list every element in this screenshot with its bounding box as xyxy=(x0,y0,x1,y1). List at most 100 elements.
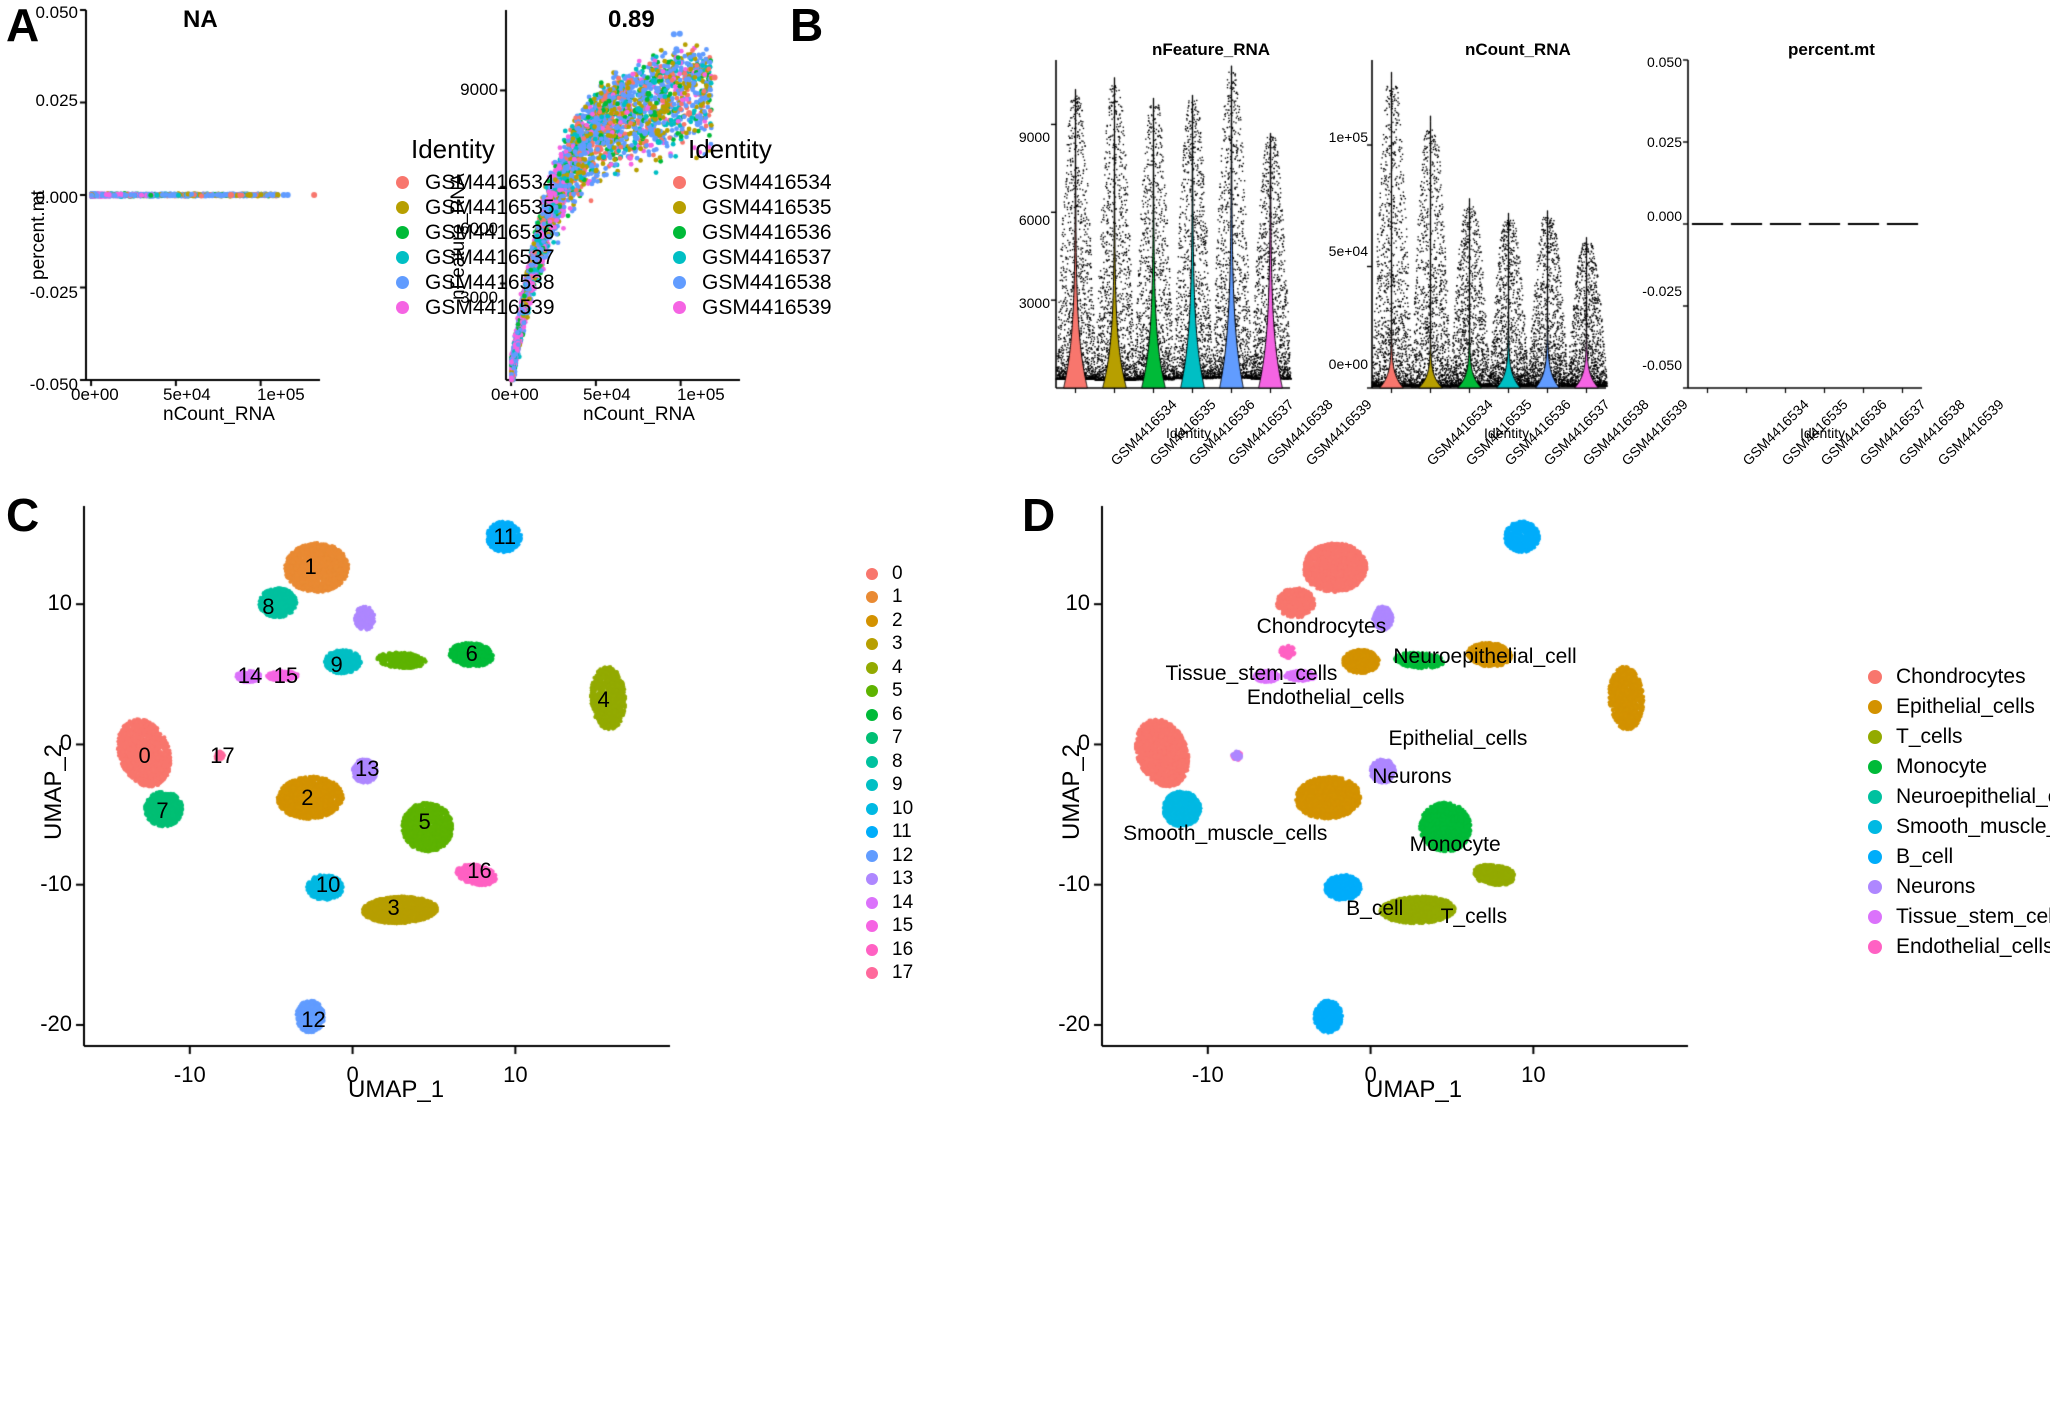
panelC-legend-label: 16 xyxy=(892,938,914,960)
scatter1-title: NA xyxy=(183,6,218,33)
legend-item[interactable]: GSM4416537 xyxy=(396,245,555,270)
panelC-legend-item[interactable]: 12 xyxy=(866,844,913,868)
panelC-ytick-label: 10 xyxy=(47,590,72,616)
panelC-legend-item[interactable]: 8 xyxy=(866,750,913,774)
panelC-legend-label: 0 xyxy=(892,562,903,584)
legend-swatch-icon xyxy=(673,201,686,214)
violin3-ytick-2: 0.000 xyxy=(1646,208,1682,224)
panelC-legend-item[interactable]: 5 xyxy=(866,680,913,704)
violin3-ytick-4: -0.050 xyxy=(1642,357,1682,373)
panelC-legend-item[interactable]: 0 xyxy=(866,562,913,586)
panelD-legend-item[interactable]: Tissue_stem_cells xyxy=(1868,902,2050,932)
legend-swatch-icon xyxy=(866,708,878,721)
panelC-legend-item[interactable]: 16 xyxy=(866,938,913,962)
scatter2-ytick-0: 9000 xyxy=(460,80,498,99)
legend-item[interactable]: GSM4416536 xyxy=(673,220,832,245)
legend-item[interactable]: GSM4416535 xyxy=(673,195,832,220)
legend-item[interactable]: GSM4416534 xyxy=(673,170,832,195)
panelD-ylabel: UMAP_2 xyxy=(1058,743,1085,840)
legend-item[interactable]: GSM4416538 xyxy=(673,270,832,295)
legend-swatch-icon xyxy=(396,176,409,189)
panelC-legend-label: 15 xyxy=(892,915,914,937)
legend-item[interactable]: GSM4416537 xyxy=(673,245,832,270)
panelD-legend-item[interactable]: Chondrocytes xyxy=(1868,662,2050,692)
panelC-legend-item[interactable]: 10 xyxy=(866,797,913,821)
legend-swatch-icon xyxy=(673,301,686,314)
panelD-xtick-label: 10 xyxy=(1521,1062,1546,1087)
legend-swatch-icon xyxy=(673,251,686,264)
panelD-legend-item[interactable]: Endothelial_cells xyxy=(1868,932,2050,962)
cluster-label: 14 xyxy=(237,663,263,689)
panelD-legend-item[interactable]: Smooth_muscle_cells xyxy=(1868,812,2050,842)
panelC-legend-item[interactable]: 1 xyxy=(866,586,913,610)
panelC-xtick-label: 0 xyxy=(346,1062,359,1087)
legend-swatch-icon xyxy=(866,896,878,909)
panelC-xtick-label: 10 xyxy=(503,1062,528,1087)
panelD-legend-item[interactable]: Monocyte xyxy=(1868,752,2050,782)
violin1-ytick-2: 3000 xyxy=(1018,295,1050,311)
panelD-legend-item[interactable]: Neurons xyxy=(1868,872,2050,902)
celltype-annotation: Tissue_stem_cells xyxy=(1165,662,1338,686)
violin3-ytick-0: 0.050 xyxy=(1646,54,1682,70)
panelC-legend-label: 7 xyxy=(892,727,903,749)
panelD-legend-item[interactable]: T_cells xyxy=(1868,722,2050,752)
panelC-legend-label: 1 xyxy=(892,586,903,608)
panelC-legend-item[interactable]: 13 xyxy=(866,868,913,892)
legend-item[interactable]: GSM4416534 xyxy=(396,170,555,195)
legend-swatch-icon xyxy=(866,567,878,580)
panelD-legend-label: Neurons xyxy=(1896,875,1976,898)
legend-swatch-icon xyxy=(396,201,409,214)
panelD-legend-label: Endothelial_cells xyxy=(1896,935,2050,958)
panelC-legend-item[interactable]: 11 xyxy=(866,821,913,845)
panelC-legend-label: 5 xyxy=(892,680,903,702)
scatter1-ytick-1: 0.025 xyxy=(35,91,78,110)
panelC-ylabel: UMAP_2 xyxy=(40,743,67,840)
panelD-ytick-label: 10 xyxy=(1065,590,1090,616)
scatter1-xtick-2: 1e+05 xyxy=(257,385,305,404)
scatter2-legend-title: Identity xyxy=(688,134,772,164)
legend-item[interactable]: GSM4416539 xyxy=(673,295,832,320)
panelD-legend-item[interactable]: Epithelial_cells xyxy=(1868,692,2050,722)
panelC-legend-label: 10 xyxy=(892,797,914,819)
panelC-legend-item[interactable]: 4 xyxy=(866,656,913,680)
panelC-legend-item[interactable]: 9 xyxy=(866,774,913,798)
cluster-label: 3 xyxy=(387,894,400,920)
panelC-legend-item[interactable]: 7 xyxy=(866,727,913,751)
cluster-label: 17 xyxy=(210,743,235,769)
panelD-ytick-label: -10 xyxy=(1058,870,1090,896)
scatter2-xtick-1: 5e+04 xyxy=(583,385,631,404)
panelD-legend-item[interactable]: Neuroepithelial_cell xyxy=(1868,782,2050,812)
legend-item-label: GSM4416536 xyxy=(702,220,832,244)
panelD-xtick-label: 0 xyxy=(1364,1062,1377,1087)
scatter2-title: 0.89 xyxy=(608,6,655,33)
panelC-legend-item[interactable]: 17 xyxy=(866,962,913,986)
panelD-legend-item[interactable]: B_cell xyxy=(1868,842,2050,872)
panelC-legend-item[interactable]: 6 xyxy=(866,703,913,727)
panelD-legend-label: Neuroepithelial_cell xyxy=(1896,785,2050,808)
panel-letter-d: D xyxy=(1022,489,1056,541)
scatter2-xlabel: nCount_RNA xyxy=(583,404,695,425)
legend-swatch-icon xyxy=(866,732,878,745)
panelC-legend-item[interactable]: 3 xyxy=(866,633,913,657)
legend-swatch-icon xyxy=(673,276,686,289)
violin1-ytick-1: 6000 xyxy=(1018,212,1050,228)
cluster-label: 0 xyxy=(138,743,151,769)
violin2-title: nCount_RNA xyxy=(1465,40,1571,59)
scatter1-xlabel: nCount_RNA xyxy=(163,404,275,425)
legend-swatch-icon xyxy=(1868,760,1882,774)
legend-swatch-icon xyxy=(673,226,686,239)
legend-item-label: GSM4416538 xyxy=(702,270,832,294)
celltype-annotation: Epithelial_cells xyxy=(1388,726,1528,750)
panelD-legend: Chondrocytes Epithelial_cells T_cells Monoc… xyxy=(1868,662,2050,962)
scatter2-ytick-2: 3000 xyxy=(460,288,498,307)
legend-item-label: GSM4416534 xyxy=(702,170,832,194)
panelC-legend-item[interactable]: 14 xyxy=(866,891,913,915)
panelC-legend-item[interactable]: 2 xyxy=(866,609,913,633)
celltype-annotation: Chondrocytes xyxy=(1256,614,1387,638)
legend-swatch-icon xyxy=(396,226,409,239)
panelC-legend-item[interactable]: 15 xyxy=(866,915,913,939)
legend-item[interactable]: GSM4416535 xyxy=(396,195,555,220)
panelC-legend-label: 14 xyxy=(892,891,914,913)
scatter2-xtick-0: 0e+00 xyxy=(491,385,539,404)
celltype-annotation: Monocyte xyxy=(1409,833,1501,857)
